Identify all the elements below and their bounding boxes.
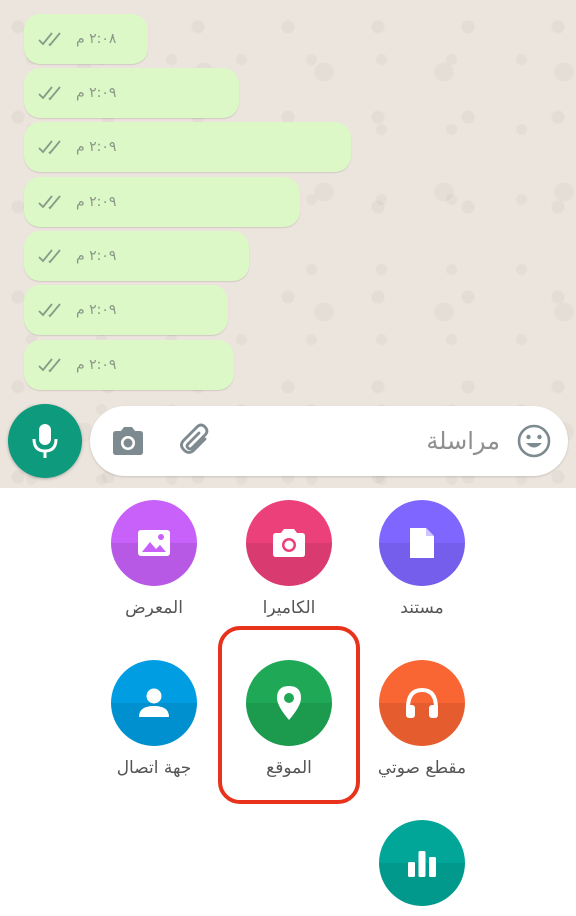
double-check-icon (38, 195, 61, 210)
message-input-bar[interactable]: مراسلة (90, 406, 568, 476)
message-bubble[interactable]: ٢:٠٩ م (24, 122, 351, 172)
message-time: ٢:٠٩ م (76, 85, 117, 101)
attach-label: المعرض (125, 598, 183, 618)
double-check-icon (38, 32, 61, 47)
headphones-icon (379, 660, 465, 746)
attach-poll-button[interactable] (357, 820, 487, 916)
paperclip-icon[interactable] (178, 422, 216, 460)
attach-contact-button[interactable]: جهة اتصال (89, 660, 219, 778)
contact-icon (111, 660, 197, 746)
attach-camera-button[interactable]: الكاميرا (224, 500, 354, 618)
attach-label: الكاميرا (262, 598, 316, 618)
double-check-icon (38, 249, 61, 264)
double-check-icon (38, 303, 61, 318)
attach-label: مقطع صوتي (377, 758, 467, 778)
microphone-icon (32, 424, 58, 458)
document-icon (379, 500, 465, 586)
message-time: ٢:٠٩ م (76, 357, 117, 373)
message-bubble[interactable]: ٢:٠٩ م (24, 231, 249, 281)
microphone-button[interactable] (8, 404, 82, 478)
emoji-icon[interactable] (516, 423, 552, 459)
attach-label: جهة اتصال (116, 758, 192, 778)
message-bubble[interactable]: ٢:٠٩ م (24, 177, 300, 227)
double-check-icon (38, 140, 61, 155)
double-check-icon (38, 86, 61, 101)
message-input[interactable]: مراسلة (426, 422, 500, 460)
message-bubble[interactable]: ٢:٠٩ م (24, 285, 228, 335)
attach-label: مستند (400, 598, 444, 618)
camera-icon[interactable] (110, 425, 146, 457)
message-time: ٢:٠٩ م (76, 194, 117, 210)
message-time: ٢:٠٩ م (76, 248, 117, 264)
message-bubble[interactable]: ٢:٠٨ م (24, 14, 148, 64)
attach-document-button[interactable]: مستند (357, 500, 487, 618)
attach-audio-button[interactable]: مقطع صوتي (357, 660, 487, 778)
poll-icon (379, 820, 465, 906)
gallery-icon (111, 500, 197, 586)
message-time: ٢:٠٩ م (76, 139, 117, 155)
message-time: ٢:٠٩ م (76, 302, 117, 318)
double-check-icon (38, 358, 61, 373)
message-time: ٢:٠٨ م (76, 31, 117, 47)
camera-icon (246, 500, 332, 586)
message-bubble[interactable]: ٢:٠٩ م (24, 68, 239, 118)
message-bubble[interactable]: ٢:٠٩ م (24, 340, 234, 390)
attach-gallery-button[interactable]: المعرض (89, 500, 219, 618)
